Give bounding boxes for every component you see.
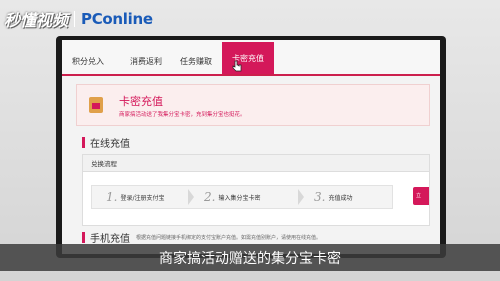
step-label: 登录/注册支付宝 bbox=[120, 194, 165, 202]
step-login: 1. 登录/注册支付宝 bbox=[106, 186, 164, 208]
brand-logo: PConline bbox=[81, 10, 153, 28]
button-label: 立 bbox=[416, 193, 422, 199]
recharge-button[interactable]: 立 bbox=[413, 187, 429, 205]
tab-consume-rebate[interactable]: 消费返利 bbox=[124, 48, 168, 74]
section-marker bbox=[82, 232, 85, 243]
watermark-text: 秒懂视频 bbox=[4, 11, 69, 30]
tab-label: 任务赚取 bbox=[180, 56, 212, 66]
flow-steps: 1. 登录/注册支付宝 2. 输入集分宝卡密 3. 充值成功 bbox=[91, 185, 393, 209]
tab-card-recharge[interactable]: 卡密充值 bbox=[222, 42, 274, 74]
section-marker bbox=[82, 137, 85, 148]
laptop-screen: 积分兑入 消费返利 任务赚取 卡密充值 卡密充值 商家搞活动送了我集分宝卡密，充… bbox=[62, 40, 440, 254]
step-number: 1. bbox=[106, 190, 118, 204]
watermark-logo: 秒懂视频 PConline bbox=[4, 4, 204, 34]
tab-task-earn[interactable]: 任务赚取 bbox=[174, 48, 218, 74]
tab-points-redeem[interactable]: 积分兑入 bbox=[66, 48, 110, 74]
card-title: 卡密充值 bbox=[119, 95, 163, 108]
tab-bar: 积分兑入 消费返利 任务赚取 卡密充值 bbox=[62, 40, 440, 76]
hand-cursor-icon bbox=[232, 60, 242, 72]
watermark-divider bbox=[74, 11, 76, 27]
step-label: 输入集分宝卡密 bbox=[218, 194, 261, 202]
card-recharge-header: 卡密充值 商家搞活动送了我集分宝卡密，充到集分宝也挺花。 bbox=[76, 84, 430, 126]
step-number: 3. bbox=[314, 190, 326, 204]
phone-recharge-description: 根据充值问题链接手机绑定的支付宝账户充值。如需充值别账户，请使用在线充值。 bbox=[136, 235, 322, 241]
flow-box: 兑换流程 1. 登录/注册支付宝 2. 输入集分宝卡密 3. 充值成功 立 bbox=[82, 154, 430, 226]
card-description: 商家搞活动送了我集分宝卡密，充到集分宝也挺花。 bbox=[119, 112, 246, 118]
step-enter-code: 2. 输入集分宝卡密 bbox=[204, 186, 260, 208]
flow-label: 兑换流程 bbox=[91, 160, 117, 168]
subtitle-text: 商家搞活动赠送的集分宝卡密 bbox=[159, 251, 341, 267]
card-gift-icon bbox=[89, 97, 103, 113]
step-label: 充值成功 bbox=[328, 194, 353, 202]
tab-label: 消费返利 bbox=[130, 56, 162, 66]
step-success: 3. 充值成功 bbox=[314, 186, 352, 208]
step-arrow-icon bbox=[188, 189, 194, 205]
phone-recharge-title: 手机充值 bbox=[90, 234, 130, 245]
tab-label: 积分兑入 bbox=[72, 56, 104, 66]
flow-header: 兑换流程 bbox=[83, 155, 429, 172]
step-number: 2. bbox=[204, 190, 216, 204]
online-recharge-title: 在线充值 bbox=[90, 139, 130, 150]
step-arrow-icon bbox=[298, 189, 304, 205]
